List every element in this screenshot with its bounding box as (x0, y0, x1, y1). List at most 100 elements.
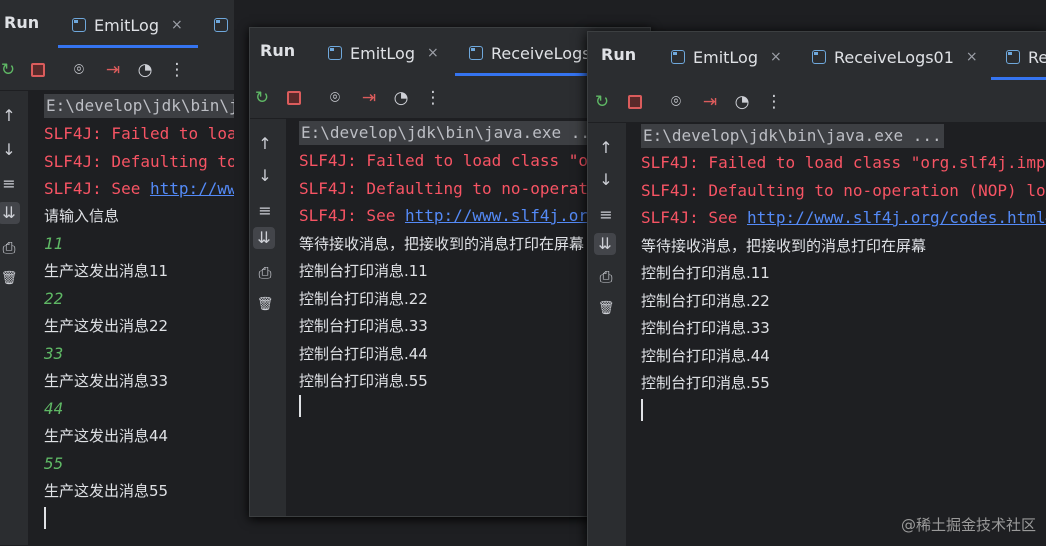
profiler-icon[interactable]: ◔ (135, 60, 155, 80)
slf4j-link[interactable]: http://www.slf4j.org/codes.html#StaticLo… (747, 208, 1046, 227)
run-panel-receivelogs01: Run EmitLog × ReceiveLogs01 × ReceiveLog… (587, 31, 1046, 546)
tab-receivelogs-partial[interactable] (214, 12, 234, 38)
down-arrow-icon[interactable]: ↓ (254, 165, 276, 187)
tab-emitlog[interactable]: EmitLog × (72, 12, 183, 38)
tab-receivelogs02[interactable]: ReceiveLogs02 (1006, 44, 1046, 70)
stop-icon[interactable] (31, 63, 45, 77)
received-line: 控制台打印消息.55 (299, 372, 428, 390)
user-input-line: 44 (44, 399, 64, 418)
run-tabbar: Run EmitLog × ReceiveLogs01 × ReceiveLog… (588, 32, 1046, 82)
scroll-to-end-icon[interactable]: ⇊ (0, 202, 20, 224)
run-toolbar: ↻ ⌾ ⇥ ◔ ⋮ (588, 82, 1046, 123)
run-label: Run (601, 45, 637, 64)
run-tabbar: Run EmitLog × (0, 0, 234, 50)
console-side-toolbar: ↑ ↓ ≡ ⇊ ⎙ 🗑 (250, 119, 286, 516)
text-caret (641, 399, 643, 421)
run-config-icon (812, 50, 826, 64)
error-line: SLF4J: Failed to load class "org.slf4j.i… (641, 153, 1046, 172)
tab-emitlog[interactable]: EmitLog × (328, 40, 439, 66)
rerun-icon[interactable]: ↻ (0, 60, 18, 80)
output-line: 生产这发出消息11 (44, 262, 169, 280)
soft-wrap-icon[interactable]: ≡ (254, 200, 276, 222)
tab-label: EmitLog (350, 43, 415, 63)
error-line: SLF4J: Failed to load class "org.slf4j.i… (44, 124, 234, 143)
down-arrow-icon[interactable]: ↓ (595, 169, 617, 191)
soft-wrap-icon[interactable]: ≡ (595, 204, 617, 226)
received-line: 控制台打印消息.44 (641, 347, 770, 365)
command-line: E:\develop\jdk\bin\java.exe ... (44, 94, 234, 118)
received-line: 控制台打印消息.44 (299, 345, 428, 363)
text-caret (44, 507, 46, 529)
command-line: E:\develop\jdk\bin\java.exe ... (299, 121, 602, 145)
close-tab-icon[interactable]: × (171, 17, 183, 33)
output-line: 生产这发出消息44 (44, 427, 169, 445)
profiler-icon[interactable]: ◔ (391, 88, 411, 108)
profiler-icon[interactable]: ◔ (732, 92, 752, 112)
screenshot-icon[interactable]: ⌾ (325, 88, 345, 108)
rerun-icon[interactable]: ↻ (252, 88, 272, 108)
run-label: Run (260, 41, 296, 60)
tab-label: EmitLog (94, 15, 159, 35)
run-config-icon (1006, 50, 1020, 64)
run-config-icon (671, 50, 685, 64)
exit-icon[interactable]: ⇥ (700, 92, 720, 112)
slf4j-link[interactable]: http://www.slf4j.org/codes.html#StaticLo… (150, 179, 234, 198)
scroll-to-end-icon[interactable]: ⇊ (253, 227, 275, 249)
up-arrow-icon[interactable]: ↑ (595, 137, 617, 159)
close-tab-icon[interactable]: × (770, 49, 782, 65)
stop-icon[interactable] (287, 91, 301, 105)
trash-icon[interactable]: 🗑 (0, 268, 20, 290)
watermark: @稀土掘金技术社区 (900, 516, 1036, 534)
print-icon[interactable]: ⎙ (0, 237, 20, 259)
tab-receivelogs01[interactable]: ReceiveLogs01 × (812, 44, 978, 70)
soft-wrap-icon[interactable]: ≡ (0, 173, 20, 195)
tab-label: ReceiveLogs01 (834, 47, 954, 67)
run-config-icon (214, 18, 228, 32)
console-output[interactable]: E:\develop\jdk\bin\java.exe ... SLF4J: F… (641, 123, 1046, 546)
console-output[interactable]: E:\develop\jdk\bin\java.exe ... SLF4J: F… (44, 91, 234, 545)
received-line: 控制台打印消息.11 (299, 262, 428, 280)
tab-emitlog[interactable]: EmitLog × (671, 44, 782, 70)
user-input-line: 11 (44, 234, 64, 253)
exit-icon[interactable]: ⇥ (359, 88, 379, 108)
scroll-to-end-icon[interactable]: ⇊ (594, 233, 616, 255)
up-arrow-icon[interactable]: ↑ (254, 133, 276, 155)
close-tab-icon[interactable]: × (427, 45, 439, 61)
error-line: SLF4J: Defaulting to no-operation (NOP) … (44, 152, 234, 171)
user-input-line: 33 (44, 344, 64, 363)
user-input-line: 22 (44, 289, 64, 308)
error-text: SLF4J: See (641, 208, 747, 227)
received-line: 控制台打印消息.33 (299, 317, 428, 335)
print-icon[interactable]: ⎙ (254, 262, 276, 284)
error-line: SLF4J: See http://www.slf4j.org/codes.ht… (44, 177, 234, 201)
down-arrow-icon[interactable]: ↓ (0, 139, 20, 161)
tab-label: ReceiveLogs02 (1028, 47, 1046, 67)
more-icon[interactable]: ⋮ (764, 92, 784, 112)
output-line: 生产这发出消息22 (44, 317, 169, 335)
print-icon[interactable]: ⎙ (595, 266, 617, 288)
run-panel-emitlog: Run EmitLog × ↻ ⌾ ⇥ ◔ ⋮ ↑ ↓ ≡ ⇊ ⎙ 🗑 E:\d… (0, 0, 234, 545)
run-label: Run (4, 13, 40, 32)
trash-icon[interactable]: 🗑 (254, 294, 276, 316)
trash-icon[interactable]: 🗑 (595, 298, 617, 320)
up-arrow-icon[interactable]: ↑ (0, 105, 20, 127)
rerun-icon[interactable]: ↻ (592, 92, 612, 112)
error-line: SLF4J: See http://www.slf4j.org/codes.ht… (641, 206, 1046, 230)
screenshot-icon[interactable]: ⌾ (69, 60, 89, 80)
tab-label: EmitLog (693, 47, 758, 67)
screenshot-icon[interactable]: ⌾ (666, 92, 686, 112)
run-config-icon (328, 46, 342, 60)
more-icon[interactable]: ⋮ (167, 60, 187, 80)
more-icon[interactable]: ⋮ (423, 88, 443, 108)
received-line: 控制台打印消息.22 (641, 292, 770, 310)
error-line: SLF4J: Defaulting to no-operation (NOP) … (641, 181, 1046, 200)
close-tab-icon[interactable]: × (966, 49, 978, 65)
received-line: 控制台打印消息.11 (641, 264, 770, 282)
command-line: E:\develop\jdk\bin\java.exe ... (641, 124, 944, 148)
run-toolbar: ↻ ⌾ ⇥ ◔ ⋮ (0, 50, 234, 91)
received-line: 控制台打印消息.33 (641, 319, 770, 337)
error-text: SLF4J: See (299, 206, 405, 225)
stop-icon[interactable] (628, 95, 642, 109)
console-side-toolbar: ↑ ↓ ≡ ⇊ ⎙ 🗑 (0, 91, 28, 545)
exit-icon[interactable]: ⇥ (103, 60, 123, 80)
